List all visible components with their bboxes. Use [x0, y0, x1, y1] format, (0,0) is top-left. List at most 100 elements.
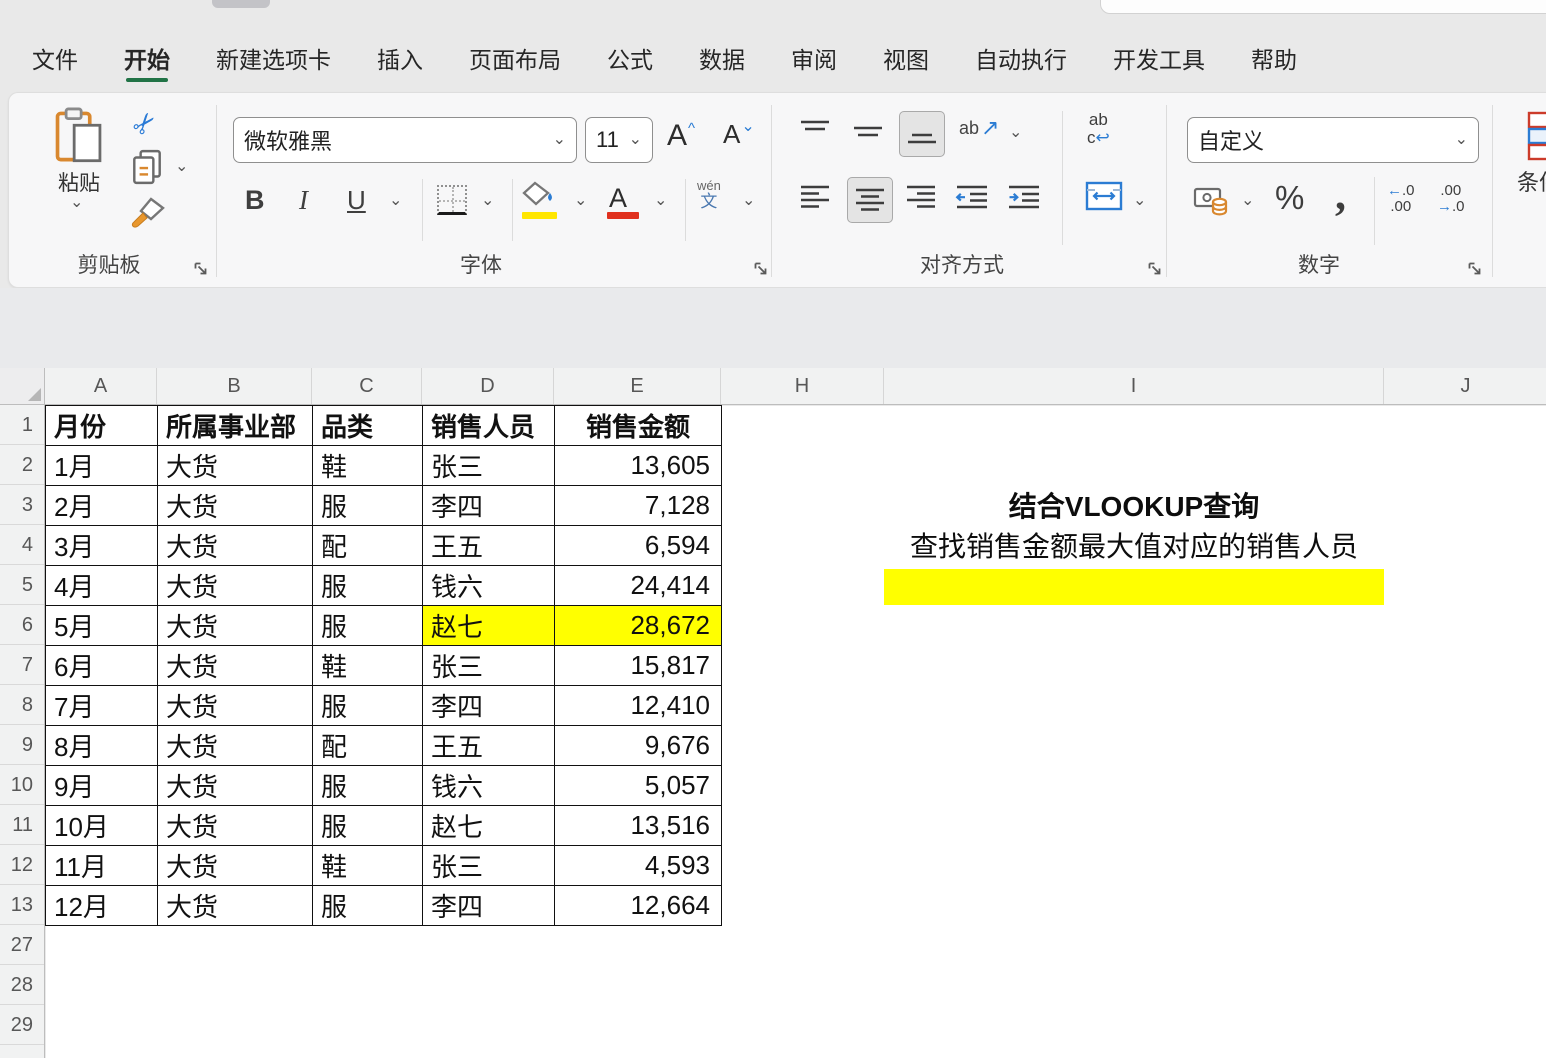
cell-category[interactable]: 服: [313, 686, 423, 726]
select-all-corner[interactable]: [0, 368, 45, 405]
cell-category[interactable]: 鞋: [313, 646, 423, 686]
cell-category[interactable]: 服: [313, 486, 423, 526]
align-left-button[interactable]: [799, 183, 831, 211]
cell-person[interactable]: 王五: [423, 526, 555, 566]
cell-month[interactable]: 10月: [46, 806, 158, 846]
shrink-font-button[interactable]: A⌄: [723, 121, 755, 147]
row-header-2[interactable]: 2: [0, 445, 44, 485]
row-header-6[interactable]: 6: [0, 605, 44, 645]
wrap-text-icon[interactable]: abc↩: [1087, 111, 1110, 147]
column-header-B[interactable]: B: [157, 368, 312, 404]
cell-month[interactable]: 1月: [46, 446, 158, 486]
alignment-dialog-launcher[interactable]: [1147, 261, 1163, 277]
italic-button[interactable]: I: [299, 185, 308, 216]
decrease-decimal-button[interactable]: .00→.0: [1437, 183, 1465, 215]
merge-dropdown-chevron[interactable]: ⌄: [1133, 193, 1146, 209]
bottom-align-button[interactable]: [899, 111, 945, 157]
sales-table[interactable]: 月份所属事业部品类销售人员销售金额1月大货鞋张三13,6052月大货服李四7,1…: [45, 405, 722, 926]
cell-division[interactable]: 大货: [158, 606, 313, 646]
cell-division[interactable]: 大货: [158, 526, 313, 566]
paste-button[interactable]: 粘贴: [47, 167, 111, 197]
middle-align-button[interactable]: [852, 117, 884, 145]
accounting-dropdown-chevron[interactable]: ⌄: [1241, 193, 1254, 209]
table-header-cell[interactable]: 销售人员: [423, 406, 555, 446]
column-header-I[interactable]: I: [884, 368, 1384, 404]
copy-dropdown-chevron[interactable]: ⌄: [175, 159, 188, 175]
row-header-29[interactable]: 29: [0, 1005, 44, 1045]
cell-person[interactable]: 张三: [423, 846, 555, 886]
cell-month[interactable]: 2月: [46, 486, 158, 526]
column-header-J[interactable]: J: [1384, 368, 1546, 404]
row-header-4[interactable]: 4: [0, 525, 44, 565]
tab-审阅[interactable]: 审阅: [791, 38, 837, 82]
tab-开始[interactable]: 开始: [124, 38, 170, 82]
cell-month[interactable]: 12月: [46, 886, 158, 926]
row-header-9[interactable]: 9: [0, 725, 44, 765]
font-dialog-launcher[interactable]: [753, 261, 769, 277]
increase-decimal-button[interactable]: ←.0.00: [1387, 183, 1415, 215]
percent-style-button[interactable]: %: [1275, 179, 1304, 217]
cell-month[interactable]: 8月: [46, 726, 158, 766]
cell-month[interactable]: 6月: [46, 646, 158, 686]
tab-开发工具[interactable]: 开发工具: [1113, 38, 1205, 82]
font-size-combo[interactable]: 11⌄: [585, 117, 653, 163]
cell-division[interactable]: 大货: [158, 806, 313, 846]
row-header-5[interactable]: 5: [0, 565, 44, 605]
cell-month[interactable]: 7月: [46, 686, 158, 726]
fill-color-icon[interactable]: [521, 181, 557, 207]
cell-person[interactable]: 赵七: [423, 806, 555, 846]
cell-month[interactable]: 9月: [46, 766, 158, 806]
cell-person[interactable]: 赵七: [423, 606, 555, 646]
cell-amount[interactable]: 9,676: [555, 726, 722, 766]
comma-style-button[interactable]: ,: [1335, 169, 1346, 220]
cell-category[interactable]: 服: [313, 886, 423, 926]
column-header-D[interactable]: D: [422, 368, 554, 404]
cell-amount[interactable]: 13,516: [555, 806, 722, 846]
cell-amount[interactable]: 12,664: [555, 886, 722, 926]
cell-category[interactable]: 服: [313, 566, 423, 606]
number-format-combo[interactable]: 自定义⌄: [1187, 117, 1479, 163]
cell-division[interactable]: 大货: [158, 846, 313, 886]
clipboard-dialog-launcher[interactable]: [193, 261, 209, 277]
conditional-formatting-icon[interactable]: [1527, 111, 1546, 161]
accounting-format-icon[interactable]: [1193, 185, 1231, 217]
grow-font-button[interactable]: A^: [667, 121, 695, 151]
cell-category[interactable]: 配: [313, 526, 423, 566]
cell-person[interactable]: 李四: [423, 486, 555, 526]
row-header-28[interactable]: 28: [0, 965, 44, 1005]
cell-division[interactable]: 大货: [158, 486, 313, 526]
highlighted-cell-I5[interactable]: [884, 569, 1384, 605]
column-header-E[interactable]: E: [554, 368, 721, 404]
row-header-strip[interactable]: 12345678910111213272829: [0, 405, 45, 1058]
fill-dropdown-chevron[interactable]: ⌄: [574, 193, 587, 209]
tab-插入[interactable]: 插入: [377, 38, 423, 82]
cell-division[interactable]: 大货: [158, 686, 313, 726]
column-header-H[interactable]: H: [721, 368, 884, 404]
tab-自动执行[interactable]: 自动执行: [975, 38, 1067, 82]
tab-公式[interactable]: 公式: [607, 38, 653, 82]
row-header-3[interactable]: 3: [0, 485, 44, 525]
cell-person[interactable]: 钱六: [423, 766, 555, 806]
cell-month[interactable]: 11月: [46, 846, 158, 886]
tab-页面布局[interactable]: 页面布局: [469, 38, 561, 82]
font-name-combo[interactable]: 微软雅黑⌄: [233, 117, 577, 163]
row-header-1[interactable]: 1: [0, 405, 44, 445]
column-header-strip[interactable]: ABCDEHIJ: [0, 368, 1546, 405]
cell-amount[interactable]: 13,605: [555, 446, 722, 486]
align-right-button[interactable]: [905, 183, 937, 211]
copy-icon[interactable]: [131, 149, 163, 185]
tab-数据[interactable]: 数据: [699, 38, 745, 82]
tab-视图[interactable]: 视图: [883, 38, 929, 82]
cell-amount[interactable]: 6,594: [555, 526, 722, 566]
format-painter-icon[interactable]: [129, 197, 167, 231]
cell-category[interactable]: 服: [313, 606, 423, 646]
cell-person[interactable]: 王五: [423, 726, 555, 766]
cell-person[interactable]: 张三: [423, 646, 555, 686]
orientation-dropdown-chevron[interactable]: ⌄: [1009, 125, 1022, 141]
row-header-11[interactable]: 11: [0, 805, 44, 845]
row-header-8[interactable]: 8: [0, 685, 44, 725]
cell-person[interactable]: 张三: [423, 446, 555, 486]
borders-icon[interactable]: [437, 185, 467, 215]
cell-amount[interactable]: 12,410: [555, 686, 722, 726]
table-header-cell[interactable]: 月份: [46, 406, 158, 446]
